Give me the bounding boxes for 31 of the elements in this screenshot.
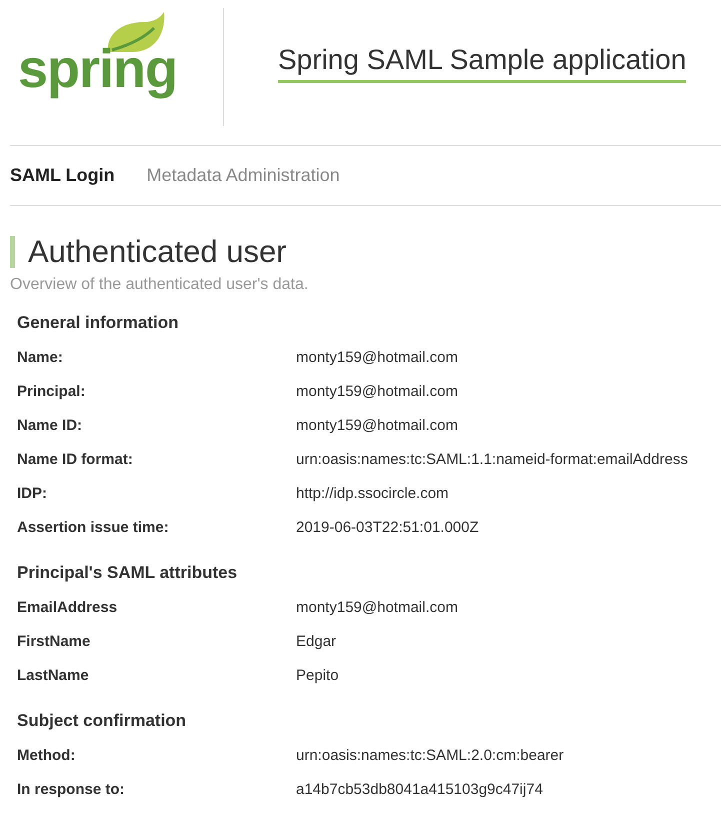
nav-link[interactable]: Metadata Administration [146, 165, 340, 186]
field-value: http://idp.ssocircle.com [296, 484, 450, 502]
section-title: General information [17, 312, 180, 334]
field-value: monty159@hotmail.com [296, 598, 459, 616]
field-value: 2019-06-03T22:51:01.000Z [296, 518, 480, 536]
section-title: Principal's SAML attributes [17, 562, 238, 584]
field-label: Principal: [17, 382, 86, 400]
field-value: a14b7cb53db8041a415103g9c47ij74 [296, 780, 544, 798]
field-value: monty159@hotmail.com [296, 348, 459, 366]
field-value: urn:oasis:names:tc:SAML:2.0:cm:bearer [296, 746, 565, 764]
field-label: Name ID format: [17, 450, 134, 468]
logo-text: spring [18, 42, 178, 96]
field-value: monty159@hotmail.com [296, 382, 459, 400]
field-label: LastName [17, 666, 90, 684]
field-label: FirstName [17, 632, 92, 650]
field-value: Pepito [296, 666, 340, 684]
field-label: EmailAddress [17, 598, 118, 616]
field-label: Method: [17, 746, 76, 764]
app-title: Spring SAML Sample application [278, 44, 686, 83]
field-label: Assertion issue time: [17, 518, 170, 536]
nav-link[interactable]: SAML Login [10, 165, 115, 186]
section-title: Subject confirmation [17, 710, 188, 732]
field-label: Name ID: [17, 416, 84, 434]
field-label: In response to: [17, 780, 126, 798]
page-subtitle: Overview of the authenticated user's data. [10, 276, 310, 294]
page-title: Authenticated user [10, 236, 721, 268]
field-value: urn:oasis:names:tc:SAML:1.1:nameid-format:emailAddress [296, 450, 689, 468]
field-value: monty159@hotmail.com [296, 416, 459, 434]
field-label: Name: [17, 348, 64, 366]
field-label: IDP: [17, 484, 48, 502]
field-value: Edgar [296, 632, 338, 650]
